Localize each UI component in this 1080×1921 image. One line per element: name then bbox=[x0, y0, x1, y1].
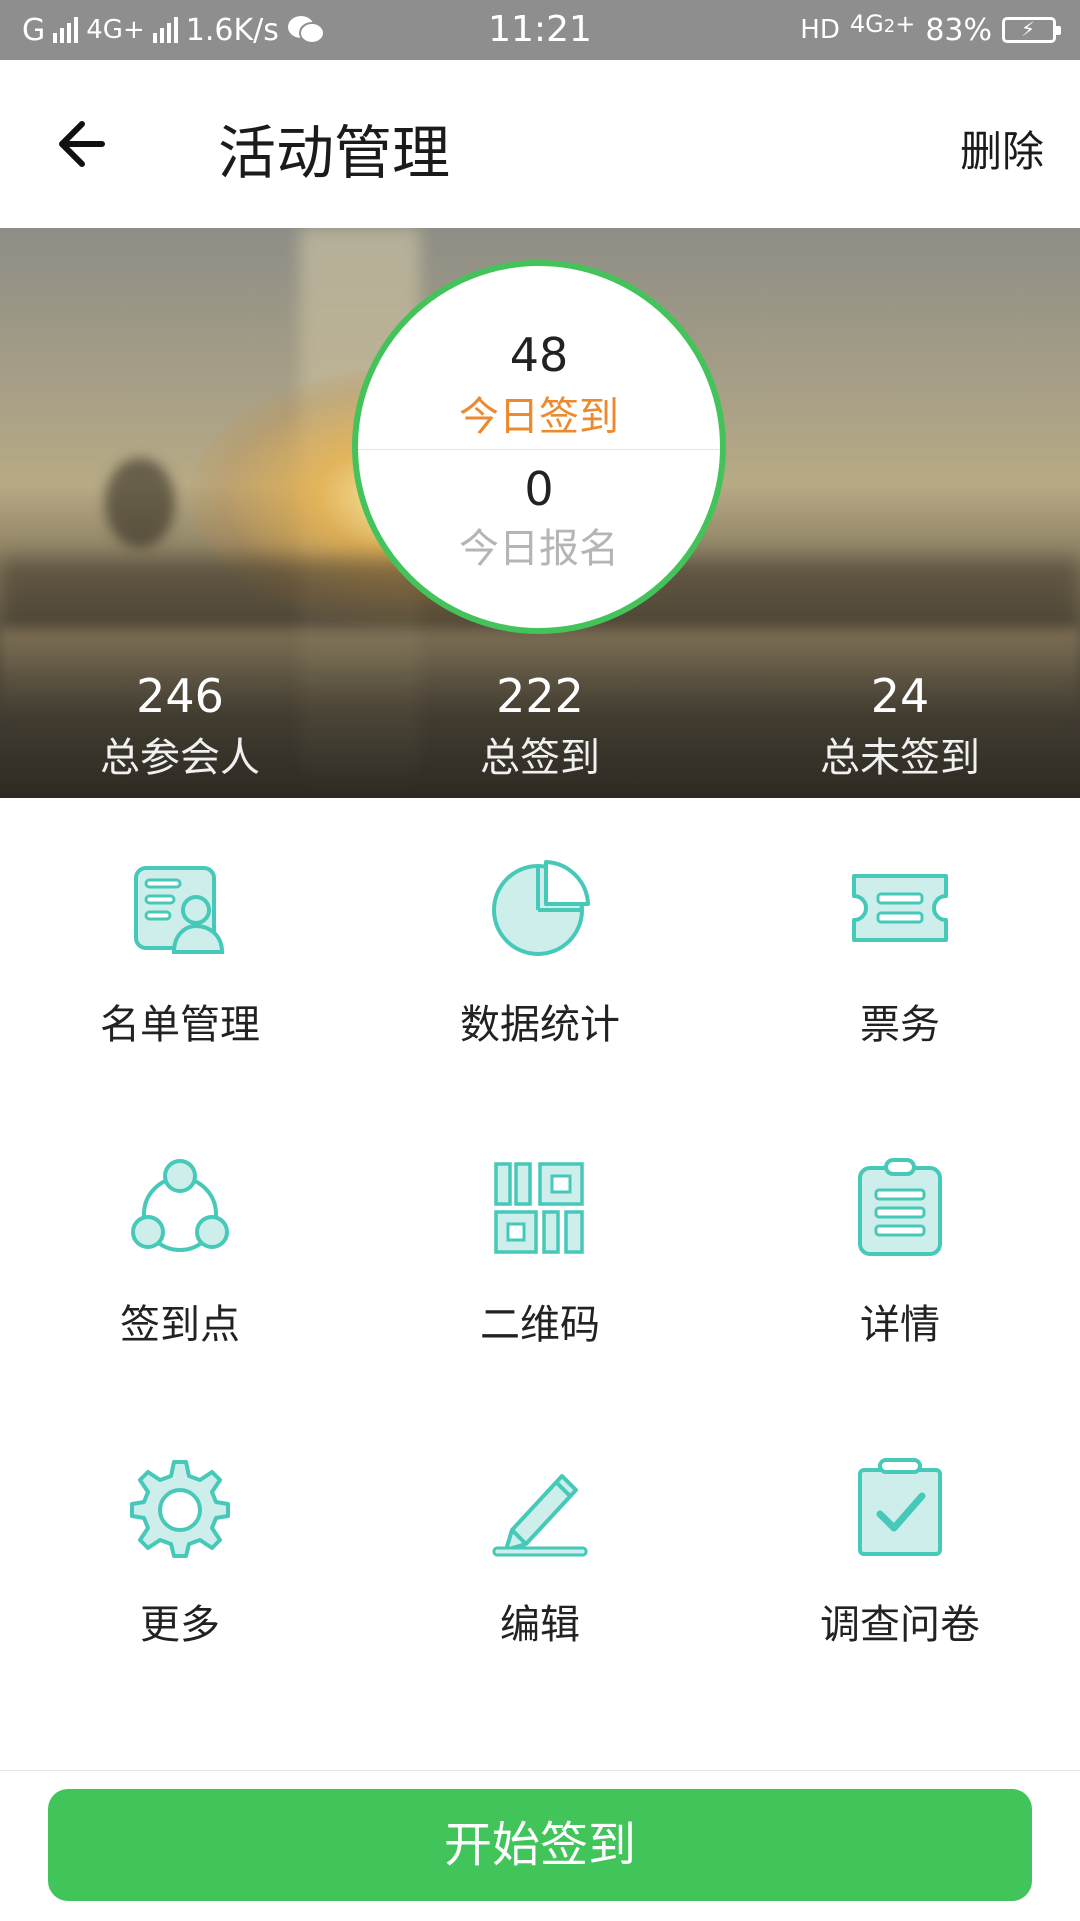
today-stats-circle[interactable]: 48 今日签到 0 今日报名 bbox=[352, 260, 726, 634]
signal-icon-2 bbox=[152, 17, 178, 43]
battery-percent: 83% bbox=[925, 12, 992, 48]
grid-item-checkin-points[interactable]: 签到点 bbox=[0, 1098, 360, 1398]
grid-item-label: 调查问卷 bbox=[820, 1602, 980, 1648]
today-signup-label: 今日报名 bbox=[459, 526, 619, 572]
stat-value: 246 bbox=[136, 669, 224, 723]
ticket-icon bbox=[852, 874, 948, 942]
app-header: 活动管理 删除 bbox=[0, 60, 1080, 228]
grid-item-label: 数据统计 bbox=[460, 1002, 620, 1048]
grid-item-tickets[interactable]: 票务 bbox=[720, 798, 1080, 1098]
delete-button[interactable]: 删除 bbox=[960, 118, 1044, 179]
grid-item-roster[interactable]: 名单管理 bbox=[0, 798, 360, 1098]
page-title: 活动管理 bbox=[218, 119, 451, 187]
status-bar: G 4G+ 1.6K/s 11:21 HD 4G2+ 83% ⚡ bbox=[0, 0, 1080, 60]
network-right: 4G2+ bbox=[850, 10, 915, 38]
grid-item-survey[interactable]: 调查问卷 bbox=[720, 1398, 1080, 1698]
grid-item-details[interactable]: 详情 bbox=[720, 1098, 1080, 1398]
grid-item-label: 更多 bbox=[140, 1602, 220, 1648]
network-right-main: 4G bbox=[849, 10, 884, 38]
hd-label: HD bbox=[800, 15, 840, 45]
status-left: G 4G+ 1.6K/s bbox=[22, 0, 325, 60]
battery-charging-icon: ⚡ bbox=[1002, 17, 1061, 43]
arrow-left-icon[interactable] bbox=[52, 112, 116, 176]
pencil-icon bbox=[492, 1474, 588, 1557]
clipboard-details-icon bbox=[858, 1158, 942, 1256]
grid-item-label: 签到点 bbox=[120, 1302, 240, 1348]
grid-item-more[interactable]: 更多 bbox=[0, 1398, 360, 1698]
stat-label: 总参会人 bbox=[100, 735, 260, 781]
grid-item-label: 编辑 bbox=[500, 1602, 580, 1648]
grid-item-label: 详情 bbox=[860, 1302, 940, 1348]
today-checkin-value: 48 bbox=[509, 328, 569, 382]
start-checkin-button[interactable]: 开始签到 bbox=[48, 1789, 1032, 1901]
stat-label: 总未签到 bbox=[820, 735, 980, 781]
today-checkin-label: 今日签到 bbox=[459, 394, 619, 440]
grid-item-label: 票务 bbox=[860, 1002, 940, 1048]
carrier-label: G bbox=[22, 12, 46, 48]
stat-total-not-checked-in[interactable]: 24 总未签到 bbox=[720, 668, 1080, 786]
grid-item-edit[interactable]: 编辑 bbox=[360, 1398, 720, 1698]
stat-label: 总签到 bbox=[480, 735, 600, 781]
signal-icon bbox=[53, 17, 79, 43]
banner-tree-silhouette bbox=[105, 458, 175, 548]
survey-check-icon bbox=[858, 1458, 942, 1556]
status-right: HD 4G2+ 83% ⚡ bbox=[800, 0, 1061, 60]
network-right-plus: + bbox=[895, 10, 916, 38]
circle-divider bbox=[358, 449, 720, 450]
checkin-points-icon bbox=[131, 1159, 229, 1252]
grid-item-label: 二维码 bbox=[480, 1302, 600, 1348]
network-type: 4G+ bbox=[86, 15, 145, 45]
today-signup-value: 0 bbox=[524, 462, 554, 516]
total-stats: 246 总参会人 222 总签到 24 总未签到 bbox=[0, 668, 1080, 786]
gear-icon bbox=[130, 1460, 230, 1558]
bottom-action-bar: 开始签到 bbox=[0, 1770, 1080, 1921]
stat-value: 24 bbox=[870, 669, 930, 723]
wechat-icon bbox=[287, 16, 325, 44]
grid-item-statistics[interactable]: 数据统计 bbox=[360, 798, 720, 1098]
grid-item-qrcode[interactable]: 二维码 bbox=[360, 1098, 720, 1398]
network-right-sub: 2 bbox=[883, 16, 896, 37]
stat-value: 222 bbox=[496, 669, 584, 723]
roster-icon bbox=[134, 866, 225, 954]
stat-total-attendees[interactable]: 246 总参会人 bbox=[0, 668, 360, 786]
qrcode-icon bbox=[494, 1162, 584, 1254]
network-speed: 1.6K/s bbox=[185, 12, 279, 48]
activity-summary-banner: 48 今日签到 0 今日报名 246 总参会人 222 总签到 24 总未签到 bbox=[0, 228, 1080, 798]
grid-item-label: 名单管理 bbox=[100, 1002, 260, 1048]
pie-chart-icon bbox=[492, 860, 590, 956]
stat-total-checked-in[interactable]: 222 总签到 bbox=[360, 668, 720, 786]
